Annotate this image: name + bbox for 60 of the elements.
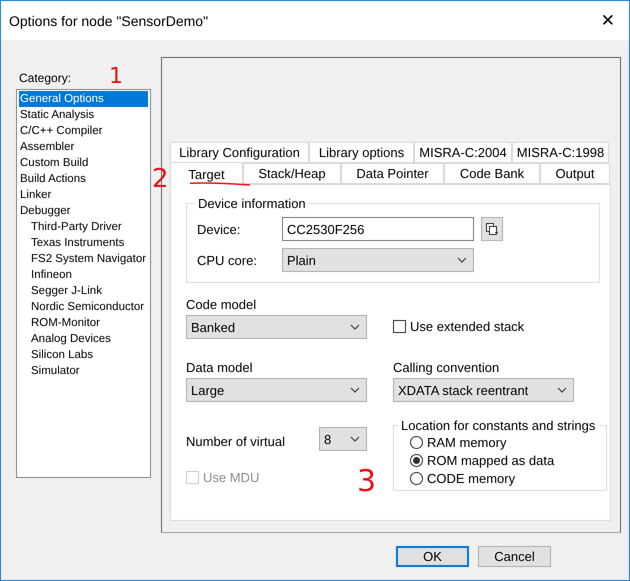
- category-item[interactable]: FS2 System Navigator: [19, 251, 148, 267]
- category-item[interactable]: Custom Build: [19, 155, 148, 171]
- category-item[interactable]: General Options: [19, 91, 148, 107]
- category-item[interactable]: ROM-Monitor: [19, 315, 148, 331]
- field-label: Data model: [186, 360, 254, 375]
- group-title: Location for constants and strings: [400, 418, 596, 433]
- tab[interactable]: Library Configuration: [170, 142, 309, 163]
- close-button[interactable]: ✕: [596, 10, 619, 30]
- field-label: Number of virtual: [186, 434, 285, 449]
- tab[interactable]: Stack/Heap: [243, 163, 341, 184]
- field-label: Code model: [186, 297, 258, 312]
- tab[interactable]: MISRA-C:1998: [512, 142, 609, 163]
- category-item[interactable]: Third-Party Driver: [19, 219, 148, 235]
- handwritten-mark: 3: [357, 467, 376, 497]
- category-item[interactable]: Analog Devices: [19, 331, 148, 347]
- category-item[interactable]: Static Analysis: [19, 107, 148, 123]
- category-item[interactable]: Debugger: [19, 203, 148, 219]
- category-item[interactable]: Assembler: [19, 139, 148, 155]
- category-item[interactable]: Nordic Semiconductor: [19, 299, 148, 315]
- browse-button[interactable]: [481, 217, 503, 241]
- tab[interactable]: Output: [540, 163, 610, 184]
- field-label: CPU core:: [197, 252, 258, 268]
- category-item[interactable]: C/C++ Compiler: [19, 123, 148, 139]
- category-item[interactable]: Linker: [19, 187, 148, 203]
- copy-icon: [485, 222, 499, 236]
- chevron-down-icon: [350, 324, 360, 330]
- category-item[interactable]: Texas Instruments: [19, 235, 148, 251]
- category-item[interactable]: Segger J-Link: [19, 283, 148, 299]
- dropdown[interactable]: 8: [319, 427, 367, 451]
- dropdown[interactable]: XDATA stack reentrant: [393, 378, 574, 402]
- category-item[interactable]: Build Actions: [19, 171, 148, 187]
- category-item[interactable]: Simulator: [19, 363, 148, 379]
- field-label: Device:: [197, 222, 242, 236]
- radio-option[interactable]: ROM mapped as data: [410, 453, 598, 468]
- handwritten-underline: [189, 182, 251, 186]
- tab[interactable]: MISRA-C:2004: [414, 142, 512, 163]
- radio-option[interactable]: RAM memory: [410, 435, 598, 450]
- chevron-down-icon: [350, 387, 360, 393]
- checkbox[interactable]: Use extended stack: [393, 319, 600, 334]
- tab[interactable]: Code Bank: [444, 163, 540, 184]
- tab[interactable]: Target: [170, 162, 243, 185]
- device-field[interactable]: CC2530F256: [282, 217, 474, 241]
- dropdown[interactable]: Plain: [282, 248, 474, 272]
- chevron-down-icon: [557, 387, 567, 393]
- tab[interactable]: Library options: [309, 142, 414, 163]
- dialog-button[interactable]: OK: [396, 546, 469, 567]
- chevron-down-icon: [457, 257, 467, 263]
- chevron-down-icon: [350, 436, 360, 442]
- dialog-button[interactable]: Cancel: [478, 546, 551, 567]
- radio-option[interactable]: CODE memory: [410, 471, 598, 486]
- category-label: Category:: [19, 71, 72, 85]
- dropdown[interactable]: Large: [186, 378, 367, 402]
- category-item[interactable]: Infineon: [19, 267, 148, 283]
- group-title: Device information: [197, 196, 307, 211]
- tab[interactable]: Data Pointer: [341, 163, 444, 184]
- dropdown[interactable]: Banked: [186, 315, 367, 339]
- category-item[interactable]: Silicon Labs: [19, 347, 148, 363]
- handwritten-mark: 1: [109, 66, 123, 88]
- field-label: Calling convention: [393, 360, 500, 375]
- window-title: Options for node "SensorDemo": [9, 12, 208, 28]
